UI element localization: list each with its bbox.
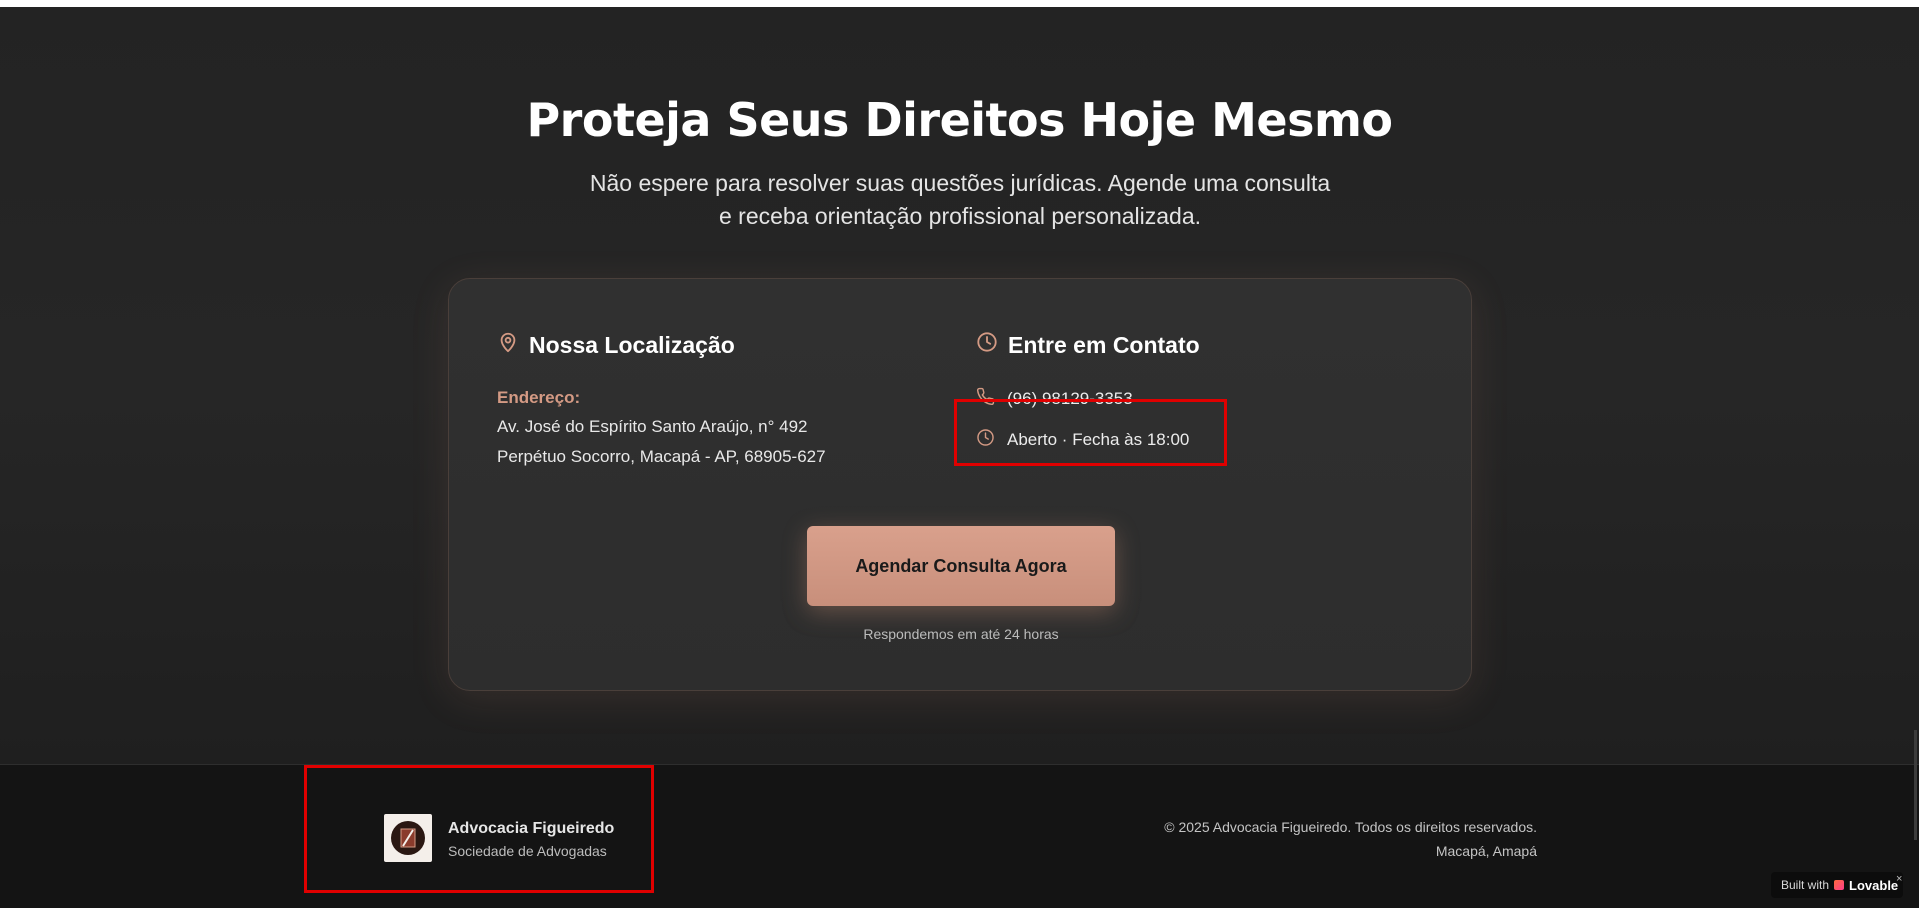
- address-line-2: Perpétuo Socorro, Macapá - AP, 68905-627: [497, 447, 826, 466]
- scales-logo-icon: [391, 821, 425, 855]
- clock-icon: [976, 331, 998, 359]
- brand-tagline: Sociedade de Advogadas: [448, 843, 607, 859]
- subtitle-line-1: Não espere para resolver suas questões j…: [589, 170, 1331, 196]
- hours-text: Aberto · Fecha às 18:00: [1007, 430, 1190, 449]
- location-heading: Nossa Localização: [497, 331, 735, 359]
- opening-hours: Aberto · Fecha às 18:00: [976, 428, 1189, 452]
- schedule-consultation-button[interactable]: Agendar Consulta Agora: [807, 526, 1115, 606]
- footer: Advocacia Figueiredo Sociedade de Advoga…: [0, 764, 1919, 908]
- clock-icon: [976, 428, 995, 452]
- subtitle-line-2: e receba orientação profissional persona…: [718, 203, 1202, 229]
- page-title: Proteja Seus Direitos Hoje Mesmo: [526, 93, 1393, 147]
- badge-brand: Lovable: [1849, 877, 1899, 893]
- firm-logo: [384, 814, 432, 862]
- phone-icon: [976, 387, 995, 411]
- contact-card: Nossa Localização Endereço: Av. José do …: [448, 278, 1472, 691]
- lovable-heart-icon: [1834, 880, 1845, 890]
- address-line-1: Av. José do Espírito Santo Araújo, n° 49…: [497, 417, 808, 436]
- contact-title: Entre em Contato: [1008, 331, 1200, 358]
- map-pin-icon: [497, 331, 519, 359]
- brand-name: Advocacia Figueiredo: [448, 820, 615, 837]
- location-title: Nossa Localização: [529, 331, 735, 358]
- footer-location: Macapá, Amapá: [1435, 843, 1537, 859]
- browser-top-strip: [0, 0, 1919, 7]
- page-subtitle: Não espere para resolver suas questões j…: [574, 167, 1346, 233]
- cta-section: Proteja Seus Direitos Hoje Mesmo Não esp…: [0, 7, 1919, 764]
- address-label: Endereço:: [497, 388, 581, 407]
- scrollbar-thumb[interactable]: [1914, 730, 1917, 840]
- phone-link[interactable]: (96) 98129-3353: [976, 387, 1133, 411]
- copyright-text: © 2025 Advocacia Figueiredo. Todos os di…: [1164, 819, 1537, 835]
- built-with-lovable-badge[interactable]: Built with Lovable: [1771, 872, 1903, 898]
- response-time-note: Respondemos em até 24 horas: [863, 626, 1059, 642]
- close-icon[interactable]: ×: [1896, 873, 1902, 885]
- contact-heading: Entre em Contato: [976, 331, 1200, 359]
- badge-prefix: Built with: [1781, 878, 1830, 892]
- phone-number: (96) 98129-3353: [1007, 389, 1133, 408]
